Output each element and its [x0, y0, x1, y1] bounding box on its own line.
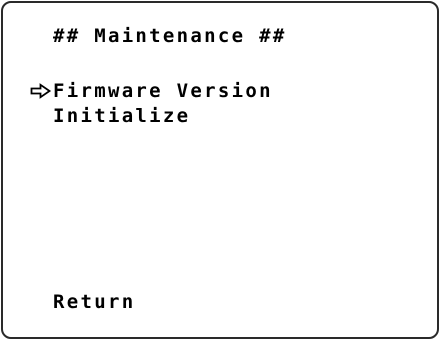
menu-item-initialize[interactable]: Initialize — [53, 105, 190, 127]
selection-cursor-icon — [30, 83, 52, 99]
maintenance-menu-screen: ## Maintenance ## Firmware Version Initi… — [1, 1, 439, 339]
menu-title: ## Maintenance ## — [53, 25, 287, 47]
menu-item-firmware-version[interactable]: Firmware Version — [53, 80, 273, 102]
menu-item-return[interactable]: Return — [53, 291, 135, 313]
